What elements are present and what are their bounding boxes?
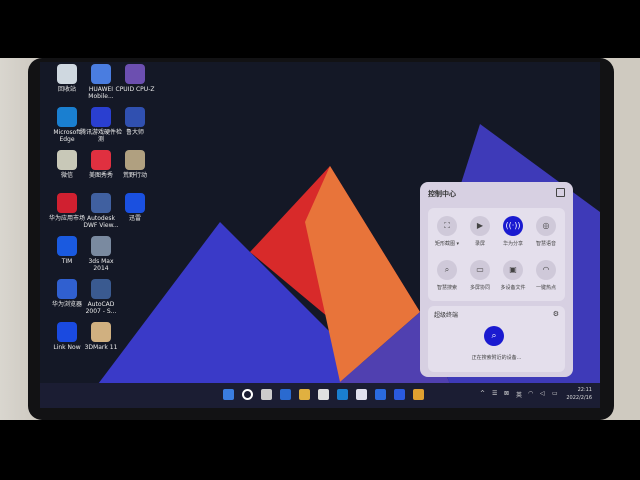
app-icon bbox=[91, 279, 111, 299]
app-icon bbox=[91, 193, 111, 213]
photo-border-top bbox=[0, 0, 640, 58]
app-icon bbox=[57, 150, 77, 170]
voice-icon: ◎ bbox=[536, 216, 556, 236]
quick-action-folder[interactable]: ▣ 多设备文件 bbox=[496, 260, 530, 291]
taskbar-app-icon[interactable] bbox=[337, 389, 348, 400]
taskbar: 22:11 2022/2/16 ^ ☰ ⊠ 英 ◠ ◁ ▭ bbox=[40, 383, 600, 408]
taskbar-app-icon[interactable] bbox=[318, 389, 329, 400]
quick-action-label: 录屏 bbox=[474, 241, 485, 247]
app-icon bbox=[57, 322, 77, 342]
taskbar-app-icon[interactable] bbox=[375, 389, 386, 400]
app-icon bbox=[91, 64, 111, 84]
tray-icon[interactable]: ☰ bbox=[492, 390, 497, 397]
quick-action-label: 矩形截图 ▾ bbox=[434, 241, 460, 247]
desktop-icon-label: 荒野行动 bbox=[122, 172, 147, 179]
desktop-icon[interactable]: 3DMark 11 bbox=[80, 322, 122, 351]
desktop-icon[interactable]: 鲁大师 bbox=[114, 107, 156, 136]
quick-action-screenshot[interactable]: ⛶ 矩形截图 ▾ bbox=[430, 216, 464, 247]
tray-icon[interactable]: ⊠ bbox=[504, 390, 509, 397]
folder-icon: ▣ bbox=[503, 260, 523, 280]
share-icon: ((·)) bbox=[503, 216, 523, 236]
taskbar-app-icon[interactable] bbox=[261, 389, 272, 400]
screenshot-icon: ⛶ bbox=[437, 216, 457, 236]
app-icon bbox=[125, 107, 145, 127]
quick-action-label: 华为分享 bbox=[502, 241, 523, 247]
tray-icon[interactable]: ◁ bbox=[540, 390, 545, 397]
date: 2022/2/16 bbox=[566, 395, 592, 401]
tray-icon[interactable]: ▭ bbox=[552, 390, 558, 397]
app-icon bbox=[125, 64, 145, 84]
desktop-icon[interactable]: CPUID CPU-Z bbox=[114, 64, 156, 93]
quick-action-voice[interactable]: ◎ 智慧语音 bbox=[529, 216, 563, 247]
hotspot-icon: ◠ bbox=[536, 260, 556, 280]
clock[interactable]: 22:11 2022/2/16 bbox=[566, 386, 592, 402]
app-icon bbox=[91, 107, 111, 127]
taskbar-app-icon[interactable] bbox=[223, 389, 234, 400]
screen: 回收站 HUAWEI Mobile... CPUID CPU-Z Microsoft … bbox=[40, 62, 600, 408]
taskbar-app-icon[interactable] bbox=[299, 389, 310, 400]
device-search-button[interactable]: ⌕ bbox=[484, 326, 504, 346]
app-icon bbox=[57, 107, 77, 127]
quick-action-label: 智慧搜索 bbox=[436, 285, 457, 291]
edit-icon[interactable] bbox=[556, 188, 565, 197]
quick-action-record[interactable]: ▶ 录屏 bbox=[463, 216, 497, 247]
settings-icon[interactable]: ⚙ bbox=[553, 310, 559, 318]
app-icon bbox=[91, 322, 111, 342]
tray-icon[interactable]: 英 bbox=[516, 390, 522, 399]
time: 22:11 bbox=[577, 387, 592, 393]
quick-action-label: 一键热点 bbox=[535, 285, 556, 291]
taskbar-app-icon[interactable] bbox=[280, 389, 291, 400]
tray-icon[interactable]: ◠ bbox=[528, 390, 533, 397]
taskbar-app-icon[interactable] bbox=[394, 389, 405, 400]
quick-action-hotspot[interactable]: ◠ 一键热点 bbox=[529, 260, 563, 291]
record-icon: ▶ bbox=[470, 216, 490, 236]
app-icon bbox=[91, 150, 111, 170]
desktop-icon[interactable]: 迅雷 bbox=[114, 193, 156, 222]
quick-actions-grid: ⛶ 矩形截图 ▾ ▶ 录屏 ((·)) 华为分享 ◎ 智慧语音 ⌕ 智慧搜索 ▭ 多屏协同 ▣ 多设备文件… bbox=[428, 208, 565, 301]
quick-action-share[interactable]: ((·)) 华为分享 bbox=[496, 216, 530, 247]
quick-action-label: 多设备文件 bbox=[500, 285, 526, 291]
control-center-panel: 控制中心 ⛶ 矩形截图 ▾ ▶ 录屏 ((·)) 华为分享 ◎ 智慧语音 ⌕ 智慧搜索 ▭ 多屏协同 ▣… bbox=[420, 182, 573, 377]
desktop-icon-label: 鲁大师 bbox=[125, 129, 144, 136]
tray-icon[interactable]: ^ bbox=[480, 390, 485, 397]
app-icon bbox=[57, 279, 77, 299]
desktop-icon-label: CPUID CPU-Z bbox=[115, 86, 155, 93]
search-icon: ⌕ bbox=[437, 260, 457, 280]
desktop-icon-label: 3DMark 11 bbox=[84, 344, 118, 351]
super-device-title: 超级终端 bbox=[434, 312, 459, 319]
quick-action-multiscreen[interactable]: ▭ 多屏协同 bbox=[463, 260, 497, 291]
photo-border-bottom bbox=[0, 420, 640, 480]
quick-action-search[interactable]: ⌕ 智慧搜索 bbox=[430, 260, 464, 291]
desktop-icon-label: AutoCAD 2007 - S... bbox=[85, 301, 117, 315]
taskbar-app-icon[interactable] bbox=[356, 389, 367, 400]
app-icon bbox=[57, 64, 77, 84]
super-device-section: 超级终端 ⚙ ⌕ 正在搜索附近的设备... bbox=[428, 306, 565, 372]
taskbar-app-icon[interactable] bbox=[242, 389, 253, 400]
desktop-icon[interactable]: 荒野行动 bbox=[114, 150, 156, 179]
taskbar-app-icon[interactable] bbox=[413, 389, 424, 400]
desktop-icon[interactable]: 3ds Max 2014 bbox=[80, 236, 122, 272]
multiscreen-icon: ▭ bbox=[470, 260, 490, 280]
search-status: 正在搜索附近的设备... bbox=[471, 355, 522, 361]
control-center-title: 控制中心 bbox=[428, 190, 456, 198]
app-icon bbox=[57, 193, 77, 213]
quick-action-label: 智慧语音 bbox=[535, 241, 556, 247]
desktop-icon[interactable]: AutoCAD 2007 - S... bbox=[80, 279, 122, 315]
app-icon bbox=[125, 193, 145, 213]
quick-action-label: 多屏协同 bbox=[469, 285, 490, 291]
app-icon bbox=[125, 150, 145, 170]
desktop-icon-label: 3ds Max 2014 bbox=[88, 258, 114, 272]
desktop-icon-label: 迅雷 bbox=[128, 215, 141, 222]
app-icon bbox=[57, 236, 77, 256]
app-icon bbox=[91, 236, 111, 256]
